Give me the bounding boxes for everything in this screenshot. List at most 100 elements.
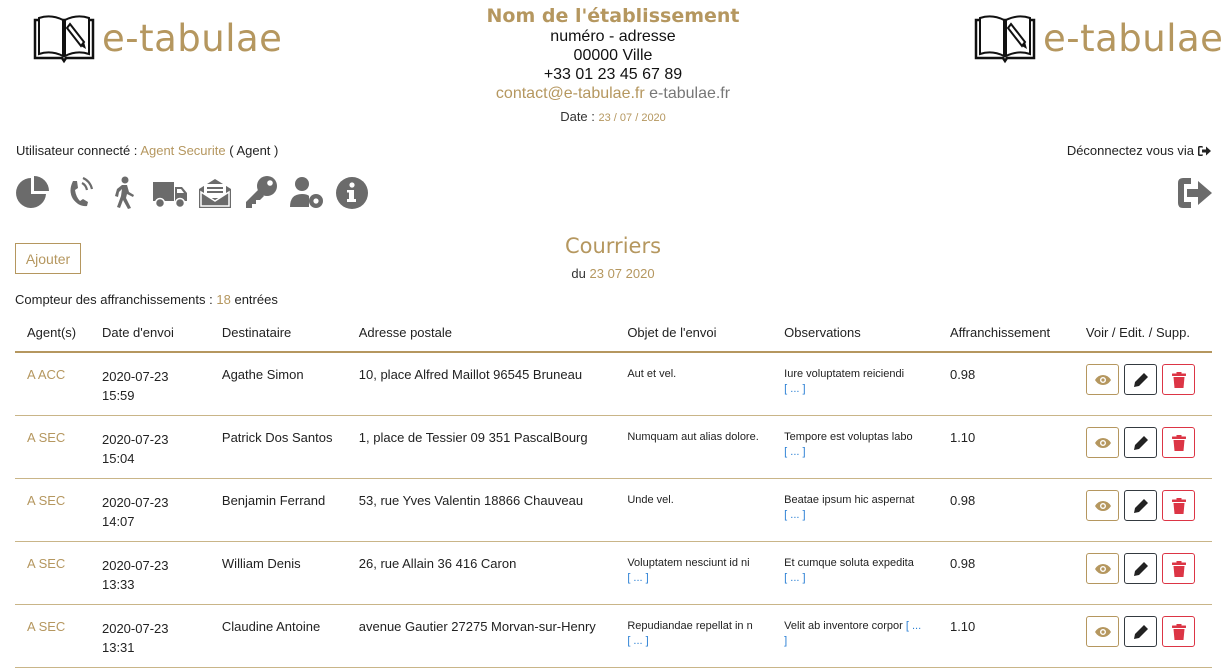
obs-text: Velit ab inventore corpor	[784, 619, 903, 632]
cell-date: 2020-07-23 13:31	[89, 604, 210, 668]
cell-agent[interactable]: A SEC	[15, 478, 90, 542]
edit-button[interactable]	[1123, 615, 1157, 647]
contact-email-link[interactable]: contact@e-tabulae.fr	[496, 85, 645, 102]
obs-more-link[interactable]: [ ... ]	[784, 383, 805, 395]
view-button[interactable]	[1085, 364, 1119, 395]
view-button[interactable]	[1085, 489, 1119, 521]
logout-label: Déconnectez vous via	[1066, 143, 1194, 158]
delete-button[interactable]	[1161, 426, 1195, 458]
view-button[interactable]	[1085, 426, 1119, 458]
date-day: 2020-07-23	[101, 369, 169, 384]
object-text: Voluptatem nesciunt id ni	[627, 556, 750, 569]
obs-more-link[interactable]: [ ... ]	[784, 572, 805, 584]
user-name: Agent Securite	[140, 143, 226, 158]
main-toolbar	[14, 174, 378, 212]
key-icon[interactable]	[242, 174, 280, 212]
pie-chart-icon[interactable]	[14, 174, 52, 212]
cell-observations: Tempore est voluptas labo [ ... ]	[772, 415, 938, 479]
cell-recipient: Agathe Simon	[209, 352, 347, 416]
website-link[interactable]: e-tabulae.fr	[649, 85, 730, 102]
view-button[interactable]	[1085, 615, 1119, 647]
date-time: 15:59	[101, 388, 135, 403]
header-object[interactable]: Objet de l'envoi	[615, 313, 773, 353]
cell-date: 2020-07-23 15:59	[89, 352, 210, 416]
cell-agent[interactable]: A ACC	[15, 352, 90, 416]
cell-recipient: Claudine Antoine	[209, 604, 347, 668]
table-row: A SEC 2020-07-23 13:33 William Denis 26, rue…	[15, 541, 1212, 605]
cell-recipient: Patrick Dos Santos	[209, 415, 347, 479]
delete-button[interactable]	[1161, 364, 1195, 395]
delete-button[interactable]	[1161, 552, 1195, 584]
brand-name: e-tabulae	[102, 16, 283, 60]
cell-address: avenue Gautier 27275 Morvan-sur-Henry	[346, 604, 616, 668]
edit-button[interactable]	[1123, 489, 1157, 521]
edit-button[interactable]	[1123, 426, 1157, 458]
establishment-city: 00000 Ville	[573, 47, 653, 64]
header-observations[interactable]: Observations	[772, 313, 938, 353]
cell-date: 2020-07-23 14:07	[89, 478, 210, 542]
obs-more-link[interactable]: [ ... ]	[784, 446, 805, 458]
cell-agent[interactable]: A SEC	[15, 415, 90, 479]
cell-agent[interactable]: A SEC	[15, 541, 90, 605]
header-postage[interactable]: Affranchissement	[937, 313, 1074, 353]
phone-volume-icon[interactable]	[60, 174, 98, 212]
sign-out-icon[interactable]	[1177, 176, 1213, 210]
table-row: A SEC 2020-07-23 13:31 Claudine Antoine aven…	[15, 604, 1212, 668]
obs-more-link[interactable]: [ ... ]	[784, 509, 805, 521]
header-date[interactable]: Date d'envoi	[89, 313, 210, 353]
establishment-address: numéro - adresse	[550, 28, 676, 45]
cell-date: 2020-07-23 15:04	[89, 415, 210, 479]
connected-user: Utilisateur connecté : Agent Securite ( …	[16, 143, 278, 158]
cell-postage: 0.98	[937, 541, 1074, 605]
cell-agent[interactable]: A SEC	[15, 604, 90, 668]
info-circle-icon[interactable]	[333, 174, 371, 212]
date-day: 2020-07-23	[101, 431, 169, 447]
user-cog-icon[interactable]	[287, 174, 325, 212]
header-agents[interactable]: Agent(s)	[15, 313, 90, 353]
date-value: 23 / 07 / 2020	[598, 112, 666, 124]
cell-observations: Beatae ipsum hic aspernat [ ... ]	[772, 478, 938, 542]
obs-text: Tempore est voluptas labo	[784, 430, 913, 443]
establishment-info: Nom de l'établissement numéro - adresse …	[413, 5, 813, 124]
date-day: 2020-07-23	[101, 620, 169, 636]
delete-button[interactable]	[1161, 489, 1195, 521]
cell-postage: 0.98	[937, 478, 1074, 542]
mail-bulk-icon[interactable]	[196, 174, 234, 212]
table-header-row: Agent(s) Date d'envoi Destinataire Adres…	[15, 313, 1212, 353]
date-day: 2020-07-23	[101, 494, 169, 510]
add-button[interactable]: Ajouter	[15, 243, 81, 274]
user-role: ( Agent )	[229, 143, 279, 158]
cell-observations: Et cumque soluta expedita [ ... ]	[772, 541, 938, 605]
book-pen-icon	[33, 15, 95, 64]
edit-button[interactable]	[1123, 364, 1157, 395]
page-title: Courriers	[564, 234, 662, 258]
cell-actions	[1073, 478, 1212, 542]
cell-postage: 0.98	[937, 352, 1074, 416]
edit-button[interactable]	[1123, 552, 1157, 584]
cell-address: 26, rue Allain 36 416 Caron	[346, 541, 616, 605]
brand-logo-left[interactable]: e-tabulae	[32, 12, 282, 64]
sign-out-icon[interactable]	[1198, 145, 1211, 157]
header-actions: Voir / Edit. / Supp.	[1073, 313, 1212, 353]
truck-icon[interactable]	[151, 174, 189, 212]
current-date: Date : 23 / 07 / 2020	[413, 109, 813, 124]
object-text: Aut et vel.	[627, 368, 677, 380]
page-subtitle: du 23 07 2020	[413, 266, 813, 281]
header-address[interactable]: Adresse postale	[346, 313, 616, 353]
header-recipient[interactable]: Destinataire	[209, 313, 347, 353]
cell-recipient: Benjamin Ferrand	[209, 478, 347, 542]
obs-text: Et cumque soluta expedita	[784, 556, 914, 569]
brand-logo-right[interactable]: e-tabulae	[973, 12, 1223, 64]
object-more-link[interactable]: [ ... ]	[627, 635, 648, 647]
subtitle-date: 23 07 2020	[589, 266, 655, 281]
cell-observations: Iure voluptatem reiciendi [ ... ]	[772, 352, 938, 416]
establishment-name: Nom de l'établissement	[486, 5, 740, 27]
view-button[interactable]	[1085, 552, 1119, 584]
object-more-link[interactable]: [ ... ]	[627, 572, 648, 584]
table-row: A SEC 2020-07-23 14:07 Benjamin Ferrand 53, …	[15, 478, 1212, 542]
counter-suffix: entrées	[234, 292, 278, 307]
walking-person-icon[interactable]	[105, 174, 143, 212]
cell-observations: Velit ab inventore corpor [ ... ]	[772, 604, 938, 668]
obs-text: Beatae ipsum hic aspernat	[784, 493, 915, 506]
delete-button[interactable]	[1161, 615, 1195, 647]
